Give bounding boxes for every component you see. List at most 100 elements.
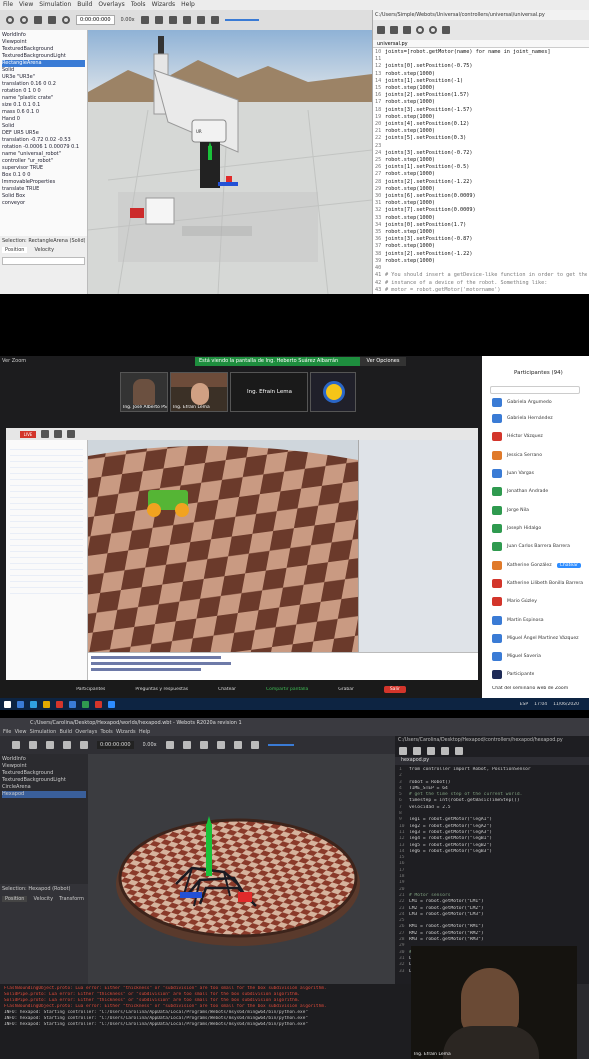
scene-tree-item[interactable]: CircleArena bbox=[2, 784, 86, 791]
reset-icon[interactable] bbox=[80, 741, 88, 749]
editor-tab[interactable]: universal.py bbox=[373, 40, 589, 48]
fast-icon[interactable] bbox=[168, 16, 177, 24]
participant-item[interactable]: Katherine Lilibeth Bonilla Barrera bbox=[492, 579, 583, 588]
participant-item[interactable]: Juan Vargas bbox=[492, 469, 534, 478]
participant-item[interactable]: Mario Gúzley bbox=[492, 597, 537, 606]
build-icon[interactable] bbox=[442, 26, 450, 34]
position-field[interactable] bbox=[2, 257, 85, 265]
add-node-icon[interactable] bbox=[48, 16, 56, 24]
3d-viewport[interactable] bbox=[88, 754, 395, 984]
video-tile[interactable]: Ing. José Alberto PS bbox=[120, 372, 168, 412]
3d-viewport[interactable]: UR bbox=[88, 30, 372, 294]
screenshot-icon[interactable] bbox=[196, 16, 205, 24]
scene-tree-item[interactable]: conveyor bbox=[2, 200, 85, 207]
scene-tree-item[interactable]: Hand 0 bbox=[2, 116, 85, 123]
participant-item[interactable]: Juan Carlos Barrera Barrera bbox=[492, 542, 570, 551]
scene-tree-item[interactable]: Solid bbox=[2, 123, 85, 130]
find-icon[interactable] bbox=[416, 26, 424, 34]
scene-tree-item-selected[interactable]: RectangleArena bbox=[2, 60, 85, 67]
scene-tree-item[interactable]: TexturedBackground bbox=[2, 770, 86, 777]
active-speaker-tile[interactable]: Ing. Efraín Lema bbox=[230, 372, 308, 412]
step-icon[interactable] bbox=[140, 16, 149, 24]
scene-tree-item[interactable]: DEF UR5 UR5e bbox=[2, 130, 85, 137]
scene-tree-item[interactable]: ImmovableProperties bbox=[2, 179, 85, 186]
scene-tree-item[interactable]: name "plastic crate" bbox=[2, 95, 85, 102]
participant-item[interactable]: Héctor Vázquez bbox=[492, 432, 543, 441]
menu-build[interactable]: Build bbox=[77, 1, 92, 9]
participant-item[interactable]: Katherine González Chatear bbox=[492, 561, 581, 570]
scene-tree-item[interactable]: translate TRUE bbox=[2, 186, 85, 193]
record-icon[interactable] bbox=[182, 16, 191, 24]
zoom-icon[interactable] bbox=[455, 747, 463, 755]
taskbar-app-icon[interactable] bbox=[69, 700, 76, 708]
scene-tree-item[interactable]: supervisor TRUE bbox=[2, 165, 85, 172]
sound-icon[interactable] bbox=[250, 741, 259, 749]
fast-icon[interactable] bbox=[199, 741, 208, 749]
menu-build[interactable]: Build bbox=[59, 729, 72, 735]
scene-tree-item[interactable]: Solid bbox=[2, 67, 85, 74]
scene-tree-item[interactable]: name "universal_robot" bbox=[2, 151, 85, 158]
open-file-icon[interactable] bbox=[413, 747, 421, 755]
new-file-icon[interactable] bbox=[377, 26, 385, 34]
scene-tree-item[interactable]: size 0.1 0.1 0.1 bbox=[2, 102, 85, 109]
menu-overlays[interactable]: Overlays bbox=[98, 1, 124, 9]
tab-transform[interactable]: Transform bbox=[59, 896, 84, 902]
participant-item[interactable]: Joseph Hidalgo bbox=[492, 524, 541, 533]
scene-tree-item[interactable]: mass 0.6 0.1 0 bbox=[2, 109, 85, 116]
tab-position[interactable]: Position bbox=[2, 247, 28, 253]
menu-wizards[interactable]: Wizards bbox=[152, 1, 176, 9]
participant-item[interactable]: Gabriela Hernández bbox=[492, 414, 553, 423]
play-icon[interactable] bbox=[182, 741, 191, 749]
new-file-icon[interactable] bbox=[399, 747, 407, 755]
volume-slider[interactable] bbox=[224, 19, 259, 21]
code-area[interactable]: 10 joints=[robot.getMotor(name) for name … bbox=[373, 48, 589, 320]
scene-tree-item[interactable]: WorldInfo bbox=[2, 32, 85, 39]
qa-button[interactable]: Preguntas y respuestas bbox=[135, 687, 188, 692]
scene-tree-item[interactable]: rotation -0.0006 1 0.00079 0.1 bbox=[2, 144, 85, 151]
view-options-button[interactable]: Ver Opciones bbox=[360, 357, 406, 366]
scene-tree-item[interactable]: rotation 0 1 0 0 bbox=[2, 88, 85, 95]
participant-item[interactable]: Jorge Nila bbox=[492, 506, 529, 515]
menu-tools[interactable]: Tools bbox=[131, 1, 146, 9]
find-icon[interactable] bbox=[441, 747, 449, 755]
menu-wizards[interactable]: Wizards bbox=[116, 729, 136, 735]
tab-velocity[interactable]: Velocity bbox=[33, 896, 53, 902]
menu-simulation[interactable]: Simulation bbox=[30, 729, 57, 735]
tab-position[interactable]: Position bbox=[2, 896, 28, 902]
participants-search[interactable] bbox=[490, 386, 580, 394]
shared-3d-viewport[interactable] bbox=[88, 440, 358, 652]
toolbar-icon[interactable] bbox=[54, 430, 62, 438]
volume-slider[interactable] bbox=[267, 744, 294, 746]
taskbar-app-icon[interactable] bbox=[17, 700, 24, 708]
save-file-icon[interactable] bbox=[403, 26, 411, 34]
scene-tree-item-selected[interactable]: Hexapod bbox=[2, 791, 86, 798]
sound-icon[interactable] bbox=[210, 16, 219, 24]
participants-button[interactable]: Participantes bbox=[76, 687, 105, 692]
share-screen-button[interactable]: Compartir pantalla bbox=[266, 687, 308, 692]
chat-toolbar-button[interactable]: Chatear bbox=[218, 687, 236, 692]
start-icon[interactable] bbox=[4, 700, 11, 708]
clock-date[interactable]: 11/06/2020 bbox=[553, 702, 579, 707]
record-icon[interactable] bbox=[216, 741, 225, 749]
open-file-icon[interactable] bbox=[390, 26, 398, 34]
scene-tree-item[interactable]: UR3e "UR3e" bbox=[2, 74, 85, 81]
taskbar-app-icon[interactable] bbox=[108, 700, 115, 708]
menu-view[interactable]: View bbox=[15, 729, 27, 735]
taskbar-app-icon[interactable] bbox=[56, 700, 63, 708]
menu-view[interactable]: View bbox=[19, 1, 33, 9]
participant-item[interactable]: Miguel Saveria bbox=[492, 652, 541, 661]
scene-tree-item[interactable]: WorldInfo bbox=[2, 756, 86, 763]
leave-button[interactable]: Salir bbox=[383, 685, 406, 693]
scene-tree-item[interactable]: controller "ur_robot" bbox=[2, 158, 85, 165]
toolbar-icon[interactable] bbox=[67, 430, 75, 438]
scene-tree-item[interactable]: TexturedBackgroundLight bbox=[2, 777, 86, 784]
scene-tree-item[interactable]: TexturedBackground bbox=[2, 46, 85, 53]
tab-velocity[interactable]: Velocity bbox=[31, 247, 57, 253]
menu-tools[interactable]: Tools bbox=[100, 729, 112, 735]
taskbar-app-icon[interactable] bbox=[82, 700, 89, 708]
play-icon[interactable] bbox=[154, 16, 163, 24]
reload-icon[interactable] bbox=[46, 741, 54, 749]
menu-help[interactable]: Help bbox=[139, 729, 150, 735]
participant-item[interactable]: Martin Espinosa bbox=[492, 616, 544, 625]
scene-tree-item[interactable]: Viewpoint bbox=[2, 39, 85, 46]
